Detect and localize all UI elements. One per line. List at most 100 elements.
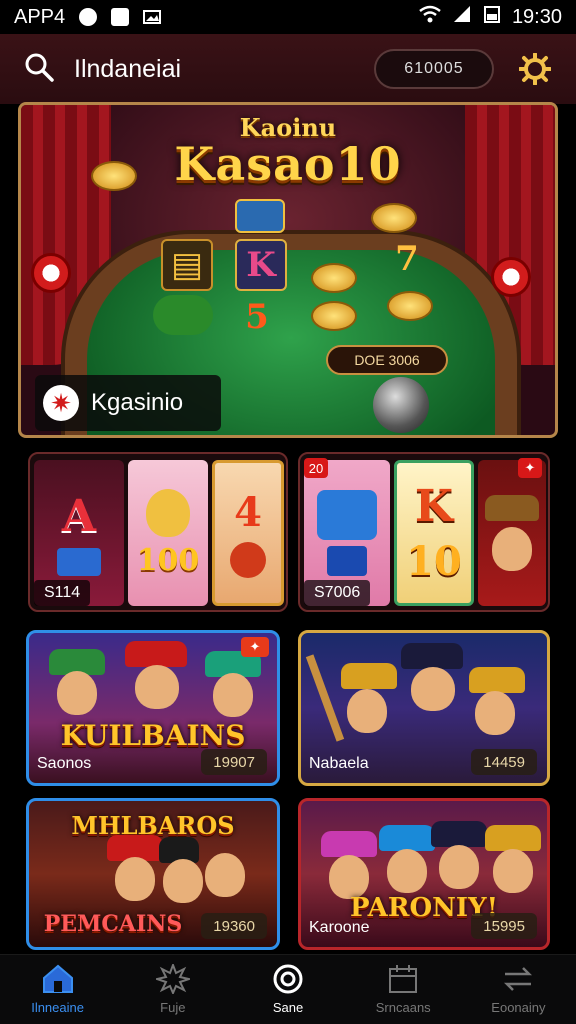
game-value: 19907 <box>201 749 267 775</box>
reel-symbol-block <box>317 490 377 540</box>
character-hat <box>469 667 525 693</box>
slot-tile <box>153 295 213 335</box>
game-name: Nabaela <box>309 755 369 772</box>
slot-tile: K <box>235 239 287 291</box>
slot-tile: ▤ <box>161 239 213 291</box>
game-value: 15995 <box>471 913 537 939</box>
nav-label: Ilnneaine <box>31 1000 84 1015</box>
character-hat <box>431 821 487 847</box>
starburst-icon <box>155 964 190 994</box>
card-caption: S114 <box>34 580 91 606</box>
calendar-icon <box>386 964 420 994</box>
reel-symbol-block <box>57 547 101 576</box>
reel-symbol: 4 <box>234 488 262 536</box>
image-icon <box>143 8 162 26</box>
jackpot-pill: DOE 3006 <box>326 345 448 375</box>
game-name: Karoone <box>309 919 370 936</box>
app-header: Ilndaneiai 610005 <box>0 34 576 104</box>
nav-item-eoonainy[interactable]: Eoonainy <box>461 955 576 1024</box>
reel-symbol-block <box>327 546 367 576</box>
media-icon <box>79 8 98 26</box>
reel-symbol: 100 <box>136 542 200 578</box>
slot-tile <box>235 199 285 233</box>
bottom-nav: Ilnneaine Fuje Sane Srncaans Eoonainy <box>0 954 576 1024</box>
home-icon <box>41 964 75 994</box>
nav-item-fuje[interactable]: Fuje <box>115 955 230 1024</box>
notification-icon <box>111 8 130 26</box>
ball <box>373 377 429 433</box>
reel <box>478 460 546 606</box>
game-value: 19360 <box>201 913 267 939</box>
status-app-text: APP4 <box>14 5 66 28</box>
game-card[interactable]: PARONIY! Karoone 15995 <box>298 798 550 950</box>
slot-tile: 7 <box>395 239 419 279</box>
gear-icon <box>519 53 551 85</box>
search-icon[interactable] <box>24 52 54 87</box>
game-title: KUILBAINS <box>60 719 246 752</box>
character-hat <box>321 831 377 857</box>
nav-item-sane[interactable]: Sane <box>230 955 345 1024</box>
hot-badge: ✦ <box>241 637 269 657</box>
character-face <box>411 667 455 711</box>
nav-item-srncaans[interactable]: Srncaans <box>346 955 461 1024</box>
character-face <box>163 859 203 903</box>
character-face <box>347 689 387 733</box>
character-hat <box>341 663 397 689</box>
reel: 100 <box>128 460 208 606</box>
battery-icon <box>482 5 502 29</box>
nav-item-home[interactable]: Ilnneaine <box>0 955 115 1024</box>
character-hat <box>401 643 463 669</box>
reel-symbol: K <box>414 481 454 532</box>
status-bar: APP4 19:30 <box>0 0 576 34</box>
character-face <box>205 853 245 897</box>
status-time: 19:30 <box>511 5 562 28</box>
nav-label: Fuje <box>160 1000 186 1015</box>
reel-symbol: 10 <box>406 538 462 585</box>
app-title: Ilndaneiai <box>74 54 182 83</box>
coin <box>311 301 357 331</box>
hero-label-text: Kgasinio <box>91 389 184 416</box>
character-face <box>493 849 533 893</box>
game-card[interactable]: ✦ KUILBAINS Saonos 19907 <box>26 630 280 786</box>
game-value: 14459 <box>471 749 537 775</box>
nav-label: Eoonainy <box>491 1000 546 1015</box>
coin <box>371 203 417 233</box>
microphone-stand <box>305 654 345 742</box>
coin <box>387 291 433 321</box>
character-hat <box>485 495 539 521</box>
character-face <box>57 671 97 715</box>
hero-label: ✷ Kgasinio <box>35 375 221 431</box>
coin <box>311 263 357 293</box>
wifi-icon <box>418 5 442 29</box>
character-hat <box>485 825 541 851</box>
signal-icon <box>452 5 472 29</box>
card-badge: 20 <box>304 458 328 478</box>
game-card[interactable]: Nabaela 14459 <box>298 630 550 786</box>
poker-chip <box>31 253 71 293</box>
character-hat <box>379 825 435 851</box>
reel-symbol: A <box>61 490 97 542</box>
reel-symbol-ball <box>230 541 266 578</box>
slot-card[interactable]: K 10 20 ✦ S7006 <box>298 452 550 612</box>
character-face <box>146 488 190 537</box>
character-hat <box>125 641 187 667</box>
coin <box>91 161 137 191</box>
hot-badge: ✦ <box>518 458 542 478</box>
hero-banner[interactable]: Kaoinu Kasao10 ▤ K 7 5 DOE 3006 ✷ Kgasin… <box>18 102 558 438</box>
target-icon <box>271 964 305 994</box>
reel: K 10 <box>394 460 474 606</box>
card-caption: S7006 <box>304 580 371 606</box>
slot-tile: 5 <box>245 297 269 337</box>
swap-icon <box>501 964 535 994</box>
reel: 4 <box>212 460 284 606</box>
slot-card[interactable]: A 100 4 S114 <box>28 452 288 612</box>
character-face <box>387 849 427 893</box>
nav-label: Sane <box>272 1000 304 1015</box>
character-face <box>492 527 532 571</box>
game-card[interactable]: MHLBAROS PEMCAINS 19360 <box>26 798 280 950</box>
balance-pill[interactable]: 610005 <box>374 49 494 89</box>
character-face <box>439 845 479 889</box>
settings-button[interactable] <box>518 52 552 86</box>
game-name: Saonos <box>37 755 92 772</box>
character-face <box>115 857 155 901</box>
